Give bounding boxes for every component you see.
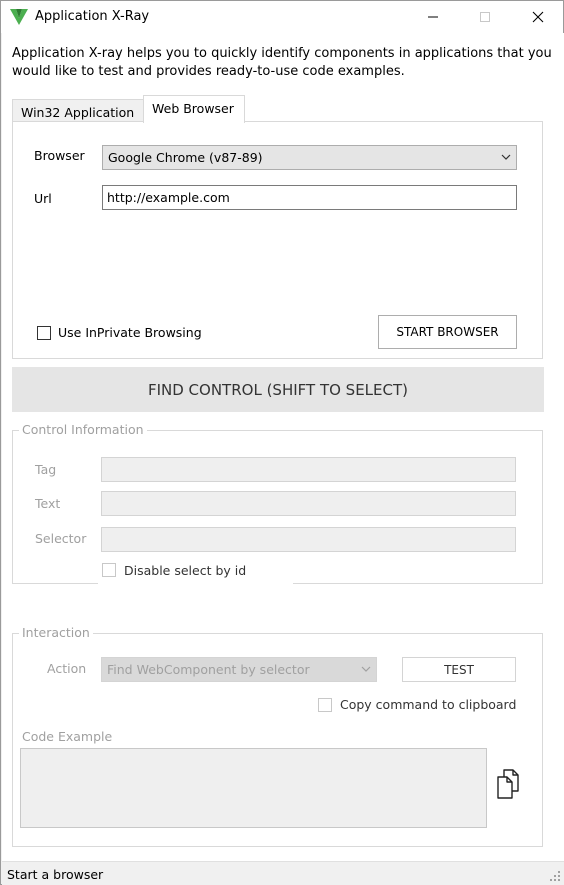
find-control-button[interactable]: FIND CONTROL (SHIFT TO SELECT) — [12, 367, 544, 412]
maximize-icon — [480, 12, 490, 22]
maximize-button[interactable] — [462, 1, 508, 33]
disable-select-label[interactable]: Disable select by id — [124, 563, 246, 578]
code-example-area[interactable] — [20, 748, 487, 828]
text-label: Text — [35, 496, 61, 511]
url-label: Url — [34, 191, 52, 206]
minimize-button[interactable] — [410, 1, 456, 33]
text-field[interactable] — [101, 491, 516, 516]
app-logo-icon — [10, 9, 28, 25]
web-browser-panel: Browser Google Chrome (v87-89) Url http:… — [12, 121, 543, 359]
interaction-title: Interaction — [19, 625, 93, 640]
inprivate-checkbox[interactable] — [37, 326, 51, 340]
close-icon — [532, 11, 544, 23]
selector-label: Selector — [35, 531, 87, 546]
chevron-down-icon — [501, 154, 511, 160]
disable-select-checkbox[interactable] — [102, 563, 116, 577]
action-label: Action — [47, 661, 87, 676]
code-example-label: Code Example — [22, 729, 113, 744]
tag-field[interactable] — [101, 457, 516, 482]
action-select-value: Find WebComponent by selector — [107, 662, 310, 677]
intro-text: Application X-ray helps you to quickly i… — [12, 46, 552, 79]
app-window: Application X-Ray Application X-ray help… — [0, 0, 564, 885]
tab-web-browser[interactable]: Web Browser — [143, 95, 245, 123]
url-input[interactable]: http://example.com — [102, 185, 517, 210]
start-browser-button[interactable]: START BROWSER — [378, 315, 517, 349]
title-bar[interactable]: Application X-Ray — [1, 1, 563, 33]
browser-select[interactable]: Google Chrome (v87-89) — [102, 145, 517, 170]
inprivate-label[interactable]: Use InPrivate Browsing — [58, 325, 202, 340]
chevron-down-icon — [361, 666, 371, 672]
status-bar: Start a browser — [2, 861, 564, 885]
selector-field[interactable] — [101, 527, 516, 552]
resize-grip-icon[interactable] — [549, 870, 561, 882]
copy-clipboard-label[interactable]: Copy command to clipboard — [340, 697, 516, 712]
control-information-title: Control Information — [19, 422, 147, 437]
window-title: Application X-Ray — [35, 9, 150, 24]
minimize-icon — [428, 16, 438, 18]
copy-icon[interactable] — [495, 767, 521, 801]
status-text: Start a browser — [7, 867, 104, 882]
test-button[interactable]: TEST — [402, 657, 516, 682]
action-select[interactable]: Find WebComponent by selector — [101, 657, 377, 682]
copy-clipboard-checkbox[interactable] — [318, 698, 332, 712]
tag-label: Tag — [35, 462, 57, 477]
browser-label: Browser — [34, 148, 85, 163]
close-button[interactable] — [515, 1, 561, 33]
tab-win32-application[interactable]: Win32 Application — [12, 99, 144, 122]
browser-select-value: Google Chrome (v87-89) — [108, 150, 263, 165]
